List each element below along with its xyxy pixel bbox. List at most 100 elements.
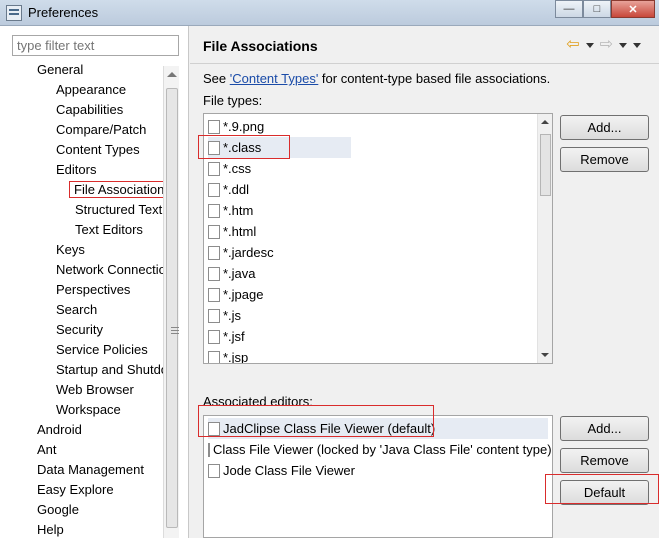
tree-item-label: Capabilities bbox=[56, 102, 124, 117]
forward-arrow-icon[interactable]: ⇨ bbox=[600, 37, 613, 53]
tree-item-label: Web Browser bbox=[56, 382, 134, 397]
tree-item-label: Google bbox=[37, 502, 79, 517]
file-type-row[interactable]: *.js bbox=[208, 305, 508, 326]
back-arrow-icon[interactable]: ⇦ bbox=[566, 37, 579, 53]
java-file-icon bbox=[208, 266, 220, 281]
file-type-label: *.html bbox=[223, 224, 257, 239]
tree-item[interactable]: Workspace bbox=[56, 400, 121, 420]
maximize-button[interactable]: □ bbox=[583, 0, 611, 18]
associated-editors-list[interactable]: JadClipse Class File Viewer (default) Cla… bbox=[203, 415, 553, 538]
image-file-icon bbox=[208, 119, 220, 134]
tree-item-label: Structured Text Editors bbox=[75, 202, 166, 217]
tree-item[interactable]: Easy Explore bbox=[37, 480, 114, 500]
scroll-down-icon[interactable] bbox=[541, 353, 549, 357]
file-types-label: File types: bbox=[203, 93, 263, 108]
file-type-label: *.class bbox=[223, 140, 262, 155]
file-type-row[interactable]: *.htm bbox=[208, 200, 508, 221]
file-type-row[interactable]: *.html bbox=[208, 221, 508, 242]
history-nav: ⇦ ⇨ bbox=[566, 37, 641, 53]
tree-item[interactable]: Startup and Shutdown bbox=[56, 360, 166, 380]
scroll-up-icon[interactable] bbox=[167, 72, 177, 77]
tree-item[interactable]: Search bbox=[56, 300, 97, 320]
jardesc-file-icon bbox=[208, 245, 220, 260]
grip-icon bbox=[171, 327, 179, 334]
file-type-row[interactable]: *.jsp bbox=[208, 347, 508, 363]
tree-item-label: Text Editors bbox=[75, 222, 143, 237]
back-menu-icon[interactable] bbox=[585, 42, 594, 48]
view-menu-icon[interactable] bbox=[633, 42, 641, 48]
file-types-list[interactable]: *.9.png *.class *.css *.ddl *.htm *.html *.jar… bbox=[203, 113, 553, 364]
file-type-row[interactable]: *.9.png bbox=[208, 116, 508, 137]
add-editor-button[interactable]: Add... bbox=[560, 416, 649, 441]
page-title: File Associations bbox=[203, 38, 318, 54]
forward-menu-icon[interactable] bbox=[619, 42, 627, 48]
tree-item[interactable]: Compare/Patch bbox=[56, 120, 146, 140]
file-type-label: *.jsf bbox=[223, 329, 245, 344]
close-button[interactable]: ✕ bbox=[611, 0, 655, 18]
preferences-tree-panel: General Appearance Capabilities Compare/Pat… bbox=[0, 26, 189, 538]
file-types-scrollbar[interactable] bbox=[537, 114, 552, 363]
tree-item[interactable]: Perspectives bbox=[56, 280, 130, 300]
js-file-icon bbox=[208, 308, 220, 323]
page-header: File Associations ⇦ ⇨ bbox=[190, 26, 659, 64]
tree-item[interactable]: Editors bbox=[56, 160, 96, 180]
class-file-icon bbox=[208, 140, 220, 155]
title-bar: Preferences — □ ✕ bbox=[0, 0, 659, 26]
content-types-hint: See 'Content Types' for content-type bas… bbox=[203, 71, 550, 86]
tree-item[interactable]: Help bbox=[37, 520, 64, 538]
file-type-row[interactable]: *.ddl bbox=[208, 179, 508, 200]
tree-item[interactable]: Ant bbox=[37, 440, 57, 460]
file-type-row[interactable]: *.class bbox=[208, 137, 351, 158]
file-type-label: *.jpage bbox=[223, 287, 264, 302]
filter-input[interactable] bbox=[12, 35, 179, 56]
tree-item[interactable]: Structured Text Editors bbox=[75, 200, 166, 220]
file-type-row[interactable]: *.css bbox=[208, 158, 508, 179]
file-type-row[interactable]: *.jpage bbox=[208, 284, 508, 305]
tree-item-label: Content Types bbox=[56, 142, 140, 157]
jsf-file-icon bbox=[208, 329, 220, 344]
file-type-row[interactable]: *.jsf bbox=[208, 326, 508, 347]
css-file-icon bbox=[208, 161, 220, 176]
tree-item[interactable]: Security bbox=[56, 320, 103, 340]
preferences-tree: General Appearance Capabilities Compare/Pat… bbox=[10, 60, 166, 538]
tree-item-label: Ant bbox=[37, 442, 57, 457]
tree-item[interactable]: Data Management bbox=[37, 460, 144, 480]
file-type-row[interactable]: *.java bbox=[208, 263, 508, 284]
file-type-label: *.ddl bbox=[223, 182, 250, 197]
tree-item[interactable]: File Associations bbox=[69, 180, 166, 200]
default-editor-button[interactable]: Default bbox=[560, 480, 649, 505]
tree-item[interactable]: Appearance bbox=[56, 80, 126, 100]
tree-item[interactable]: General bbox=[37, 60, 83, 80]
tree-item[interactable]: Keys bbox=[56, 240, 85, 260]
file-type-row[interactable]: *.jardesc bbox=[208, 242, 508, 263]
tree-item[interactable]: Web Browser bbox=[56, 380, 134, 400]
remove-editor-button[interactable]: Remove bbox=[560, 448, 649, 473]
minimize-button[interactable]: — bbox=[555, 0, 583, 18]
tree-item[interactable]: Text Editors bbox=[75, 220, 143, 240]
editor-label: Class File Viewer (locked by 'Java Class… bbox=[213, 442, 552, 457]
tree-item-label: File Associations bbox=[69, 181, 166, 198]
content-types-link[interactable]: 'Content Types' bbox=[230, 71, 319, 86]
html-file-icon bbox=[208, 203, 220, 218]
scroll-thumb[interactable] bbox=[540, 134, 551, 196]
tree-item-label: Perspectives bbox=[56, 282, 131, 297]
jpage-file-icon bbox=[208, 287, 220, 302]
tree-item[interactable]: Content Types bbox=[56, 140, 140, 160]
file-type-label: *.css bbox=[223, 161, 252, 176]
editor-row[interactable]: Jode Class File Viewer bbox=[208, 460, 548, 481]
tree-item[interactable]: Capabilities bbox=[56, 100, 123, 120]
editor-label: JadClipse Class File Viewer (default) bbox=[223, 421, 436, 436]
add-file-type-button[interactable]: Add... bbox=[560, 115, 649, 140]
editor-row[interactable]: Class File Viewer (locked by 'Java Class… bbox=[208, 439, 552, 460]
tree-scrollbar[interactable] bbox=[163, 66, 179, 538]
class-file-icon bbox=[208, 442, 210, 457]
remove-file-type-button[interactable]: Remove bbox=[560, 147, 649, 172]
scroll-thumb[interactable] bbox=[166, 88, 179, 528]
tree-item[interactable]: Google bbox=[37, 500, 79, 520]
tree-item[interactable]: Network Connections bbox=[56, 260, 166, 280]
tree-item[interactable]: Android bbox=[37, 420, 82, 440]
editor-row[interactable]: JadClipse Class File Viewer (default) bbox=[208, 418, 548, 439]
scroll-up-icon[interactable] bbox=[541, 120, 549, 124]
window-title: Preferences bbox=[28, 5, 99, 20]
tree-item[interactable]: Service Policies bbox=[56, 340, 148, 360]
